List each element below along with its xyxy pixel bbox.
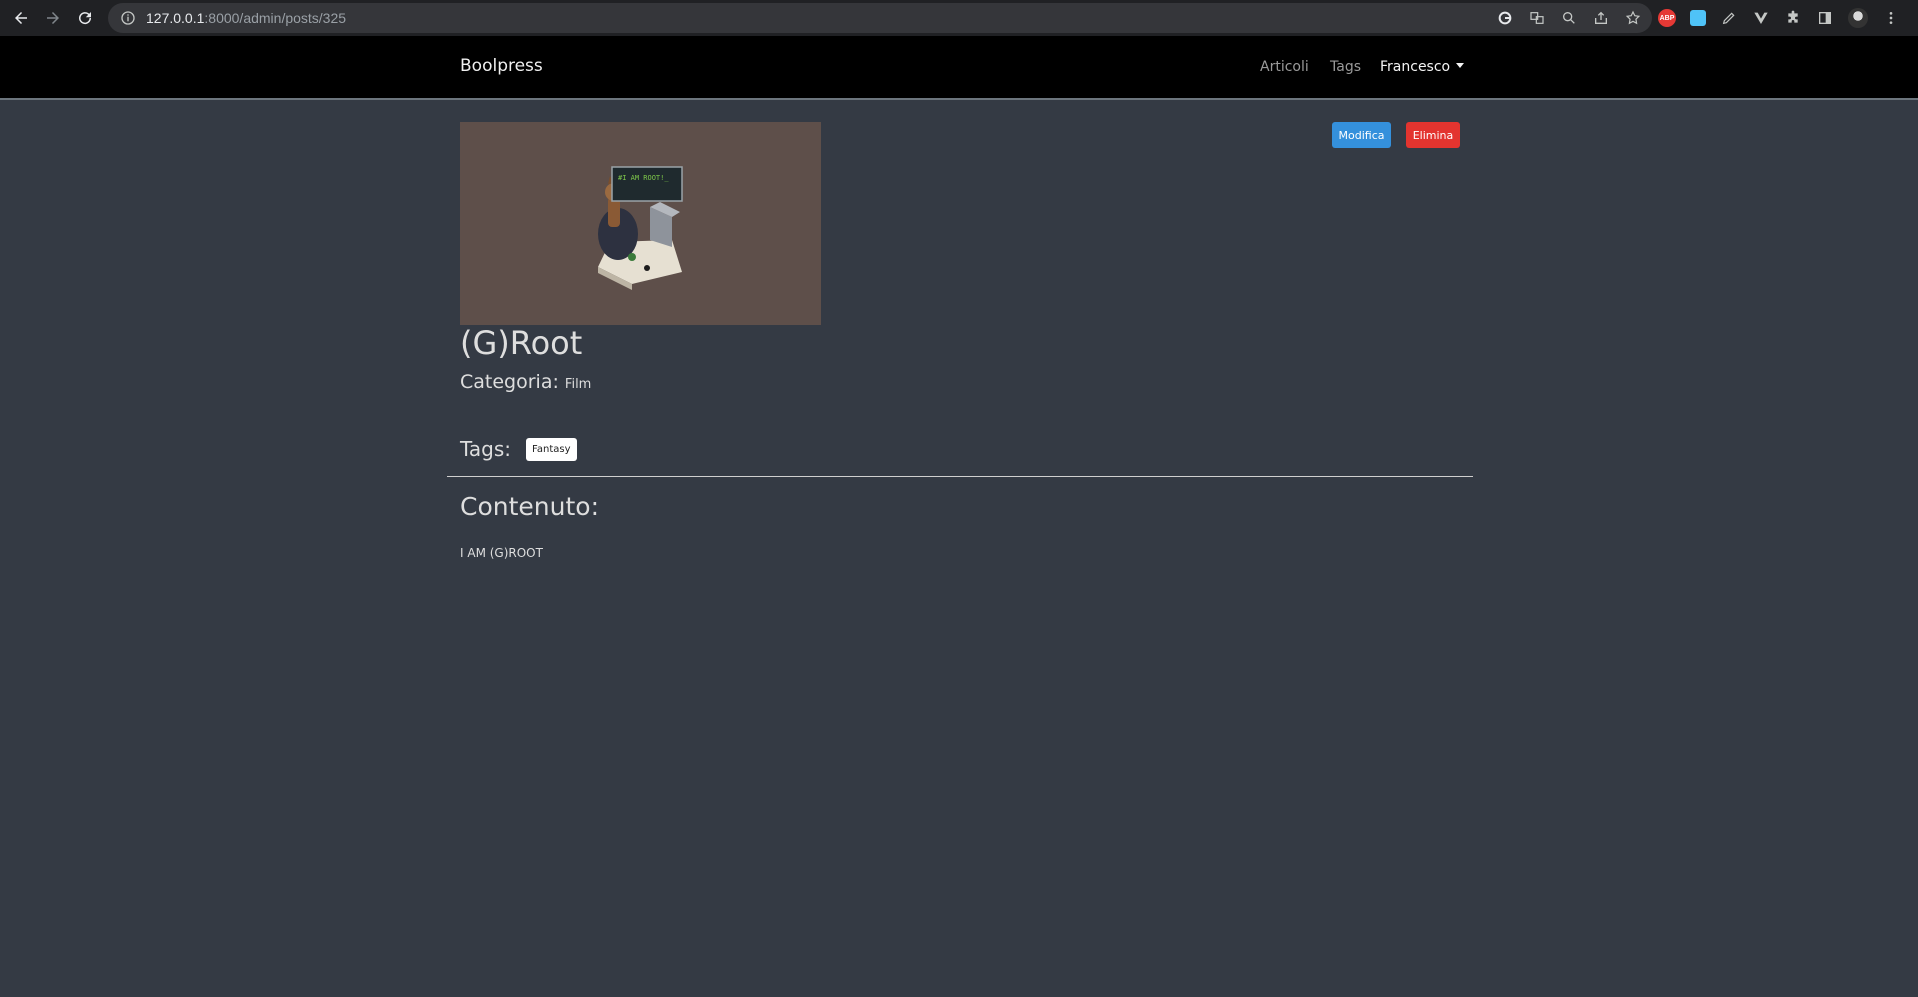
share-icon[interactable] bbox=[1592, 9, 1610, 27]
site-info-icon[interactable] bbox=[120, 10, 136, 26]
content-body: I AM (G)ROOT bbox=[460, 546, 543, 560]
category-value: Film bbox=[564, 377, 592, 392]
divider bbox=[447, 476, 1473, 477]
edit-button[interactable]: Modifica bbox=[1332, 122, 1391, 148]
app-navbar: Boolpress Articoli Tags Francesco bbox=[0, 36, 1918, 100]
kebab-menu-icon[interactable] bbox=[1882, 9, 1900, 27]
vue-devtools-icon[interactable] bbox=[1752, 9, 1770, 27]
groot-illustration: #I AM ROOT!_ bbox=[598, 166, 683, 290]
screen-text: #I AM ROOT!_ bbox=[618, 174, 669, 182]
nav-link-articoli[interactable]: Articoli bbox=[1260, 59, 1309, 75]
nav-link-tags[interactable]: Tags bbox=[1330, 59, 1361, 75]
pen-extension-icon[interactable] bbox=[1720, 9, 1738, 27]
extensions-puzzle-icon[interactable] bbox=[1784, 9, 1802, 27]
user-name: Francesco bbox=[1380, 59, 1451, 75]
adblock-icon[interactable]: ABP bbox=[1658, 9, 1676, 27]
address-bar[interactable]: 127.0.0.1:8000/admin/posts/325 bbox=[108, 3, 1652, 33]
zoom-icon[interactable] bbox=[1560, 9, 1578, 27]
delete-button[interactable]: Elimina bbox=[1406, 122, 1460, 148]
brand-link[interactable]: Boolpress bbox=[460, 56, 543, 76]
back-icon[interactable] bbox=[5, 0, 37, 36]
reload-icon[interactable] bbox=[69, 0, 101, 36]
caret-down-icon bbox=[1456, 63, 1465, 68]
content-heading: Contenuto: bbox=[460, 492, 599, 521]
url-host: 127.0.0.1 bbox=[146, 10, 205, 26]
category-label: Categoria: bbox=[460, 371, 559, 393]
user-dropdown[interactable]: Francesco bbox=[1380, 59, 1465, 75]
tags-label: Tags: bbox=[460, 437, 512, 461]
tag-badge[interactable]: Fantasy bbox=[526, 437, 577, 461]
translate-icon[interactable] bbox=[1528, 9, 1546, 27]
url-path: :8000/admin/posts/325 bbox=[204, 10, 347, 26]
post-category: Categoria: Film bbox=[460, 371, 591, 393]
post-title: (G)Root bbox=[460, 324, 583, 362]
post-image: #I AM ROOT!_ bbox=[460, 122, 821, 325]
post-tags: Tags: Fantasy bbox=[460, 437, 577, 461]
profile-avatar[interactable] bbox=[1848, 8, 1868, 28]
google-icon[interactable] bbox=[1496, 9, 1514, 27]
cloud-extension-icon[interactable] bbox=[1690, 10, 1706, 26]
browser-toolbar: 127.0.0.1:8000/admin/posts/325 ABP bbox=[0, 0, 1918, 36]
bookmark-star-icon[interactable] bbox=[1624, 9, 1642, 27]
side-panel-icon[interactable] bbox=[1816, 9, 1834, 27]
forward-icon[interactable] bbox=[37, 0, 69, 36]
